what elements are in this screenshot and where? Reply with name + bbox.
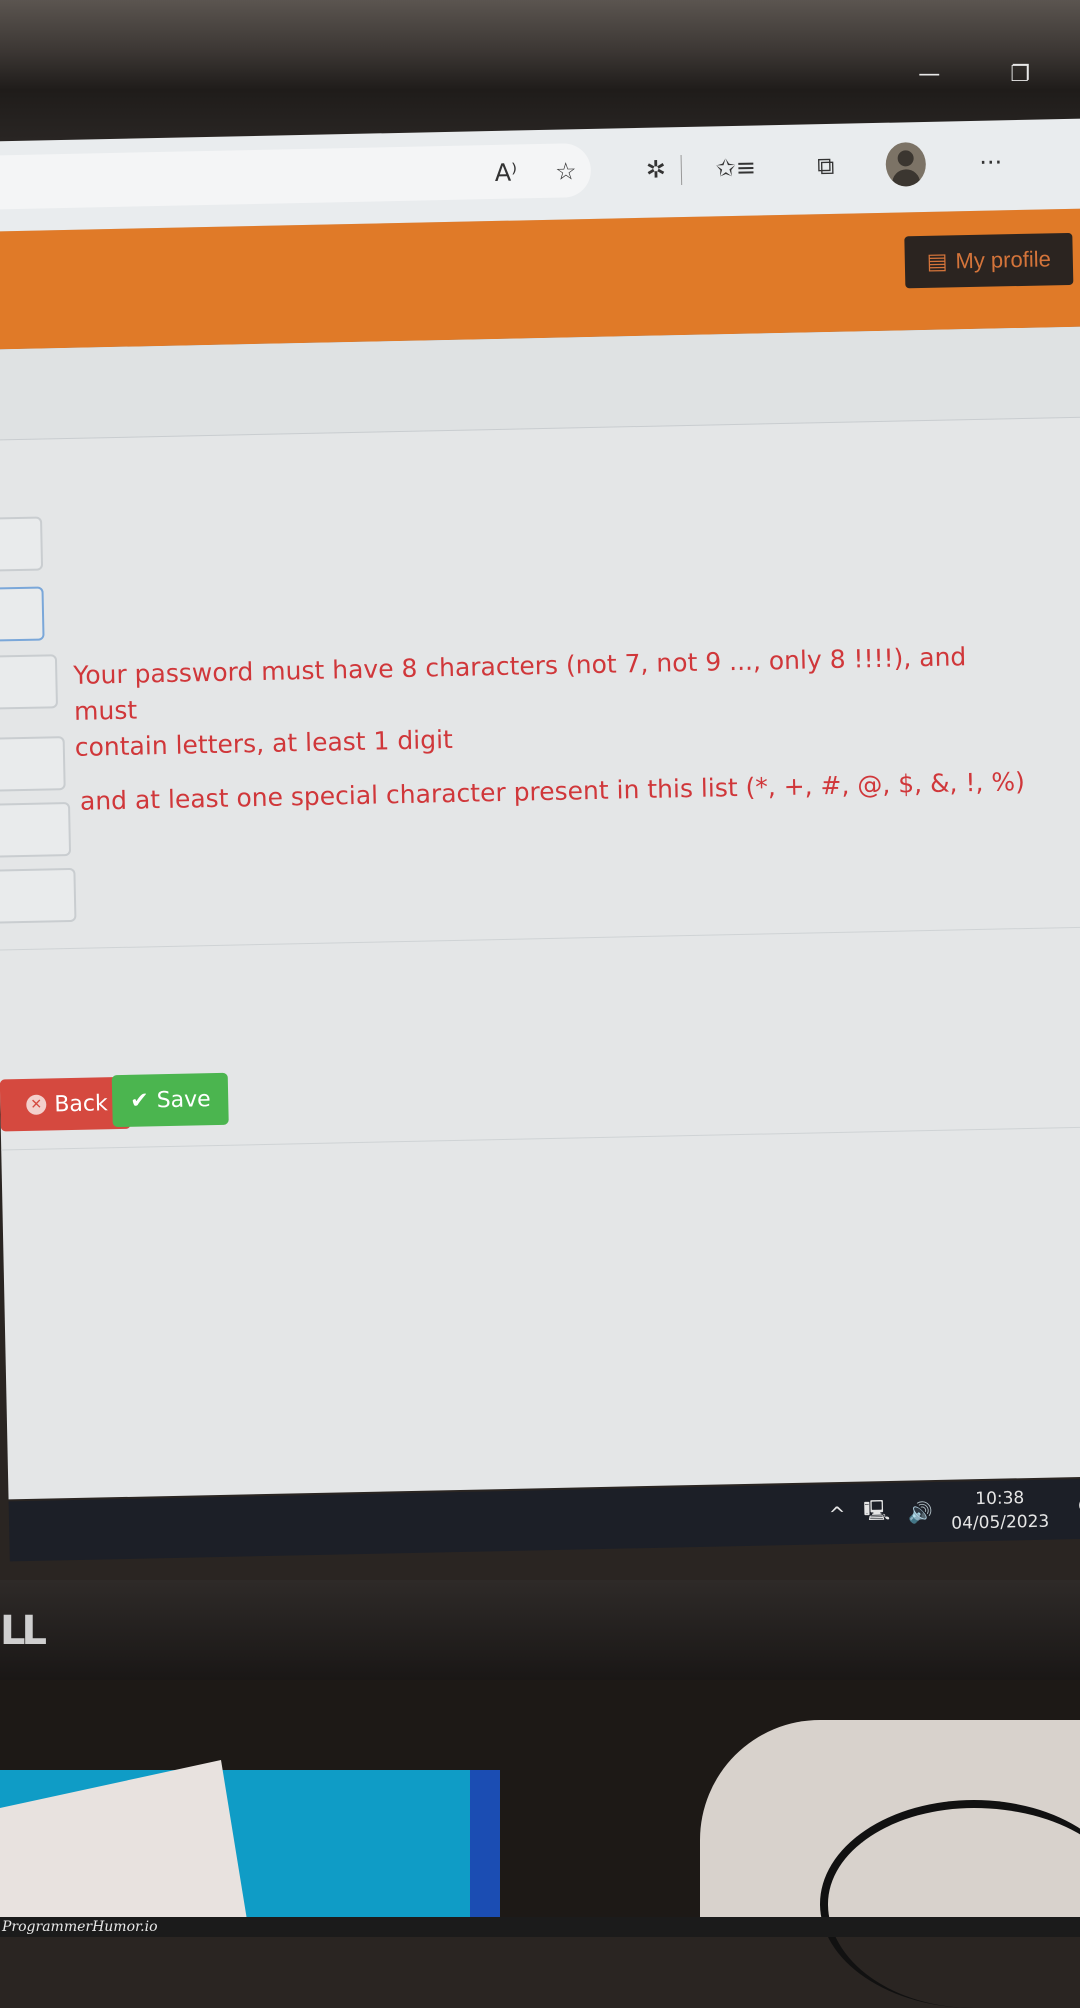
page-content: Your password must have 8 characters (no… xyxy=(0,326,1080,1500)
password-field[interactable] xyxy=(0,586,45,643)
more-icon[interactable]: ··· xyxy=(970,142,1011,183)
system-tray: ^ 🖳 🔊 10:38 04/05/2023 xyxy=(828,1486,1049,1539)
volume-icon[interactable]: 🔊 xyxy=(908,1500,933,1525)
clock[interactable]: 10:38 04/05/2023 xyxy=(951,1486,1050,1536)
monitor-brand-logo: LL xyxy=(0,1608,47,1654)
form-field-5[interactable] xyxy=(0,801,72,858)
watermark: ProgrammerHumor.io xyxy=(0,1917,1080,1937)
desk-background xyxy=(0,1680,1080,2008)
monitor-bezel-bottom: LL xyxy=(0,1580,1080,1680)
password-rules-message: Your password must have 8 characters (no… xyxy=(73,638,1036,820)
save-label: Save xyxy=(156,1086,211,1113)
form-field-6[interactable] xyxy=(0,867,77,924)
check-icon: ✔ xyxy=(129,1087,149,1114)
save-button[interactable]: ✔ Save xyxy=(111,1072,229,1128)
add-favorite-icon[interactable]: ☆ xyxy=(545,151,586,192)
read-aloud-icon[interactable]: A⁾ xyxy=(485,152,526,193)
form-field-3[interactable] xyxy=(0,654,59,711)
form-field-4[interactable] xyxy=(0,736,66,793)
extensions-icon[interactable]: ✲ xyxy=(635,149,676,190)
clock-time: 10:38 xyxy=(975,1488,1025,1510)
toolbar-separator xyxy=(680,155,683,186)
minimize-button[interactable]: — xyxy=(918,62,940,87)
footer-divider xyxy=(1,1126,1080,1151)
profile-card-icon: ▤ xyxy=(926,248,948,274)
back-label: Back xyxy=(54,1090,108,1117)
tray-chevron-icon[interactable]: ^ xyxy=(828,1502,845,1526)
network-icon[interactable]: 🖳 xyxy=(863,1496,890,1531)
favorites-icon[interactable]: ✩≡ xyxy=(715,147,756,188)
notification-icon[interactable]: 🗨 xyxy=(1074,1492,1080,1521)
clock-date: 04/05/2023 xyxy=(951,1511,1050,1534)
window-controls: — ❐ xyxy=(918,62,1030,87)
folder-edge xyxy=(470,1770,500,1920)
screen: A⁾ ☆ ✲ ✩≡ ⧉ ··· ▤ My profile Your passwo… xyxy=(0,118,1080,1591)
my-profile-label: My profile xyxy=(955,246,1052,274)
form-divider xyxy=(0,926,1080,951)
site-header: ▤ My profile xyxy=(0,208,1080,350)
my-profile-button[interactable]: ▤ My profile xyxy=(904,232,1074,289)
collections-icon[interactable]: ⧉ xyxy=(805,146,846,187)
message-line-3: and at least one special character prese… xyxy=(79,766,1026,816)
restore-button[interactable]: ❐ xyxy=(1010,62,1030,87)
form-field-1[interactable] xyxy=(0,516,44,573)
close-circle-icon: ✕ xyxy=(26,1094,47,1115)
profile-avatar[interactable] xyxy=(885,141,927,187)
